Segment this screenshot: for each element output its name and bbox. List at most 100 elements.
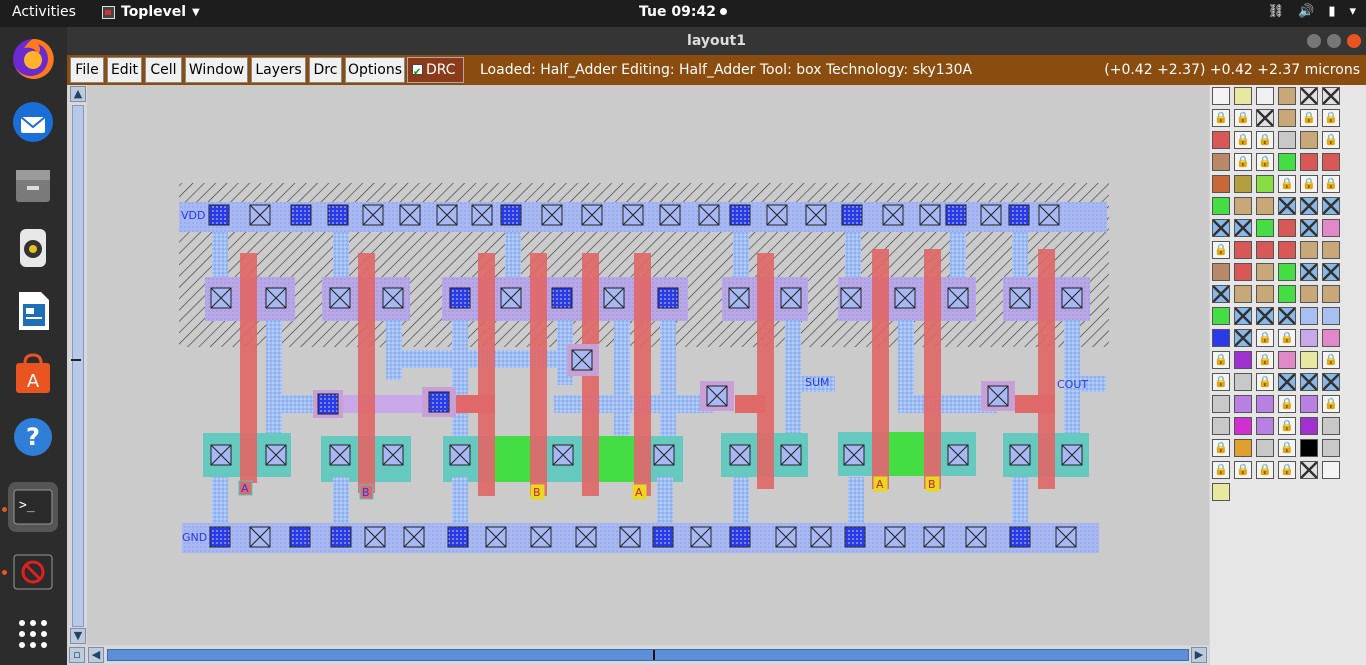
layer-swatch[interactable] [1300, 219, 1318, 237]
scroll-up-button[interactable]: ▲ [70, 86, 86, 102]
layer-swatch[interactable] [1234, 285, 1252, 303]
layer-swatch[interactable] [1278, 307, 1296, 325]
close-button[interactable] [1347, 34, 1361, 48]
lock-icon[interactable]: 🔒 [1278, 329, 1296, 347]
lock-icon[interactable]: 🔒 [1322, 351, 1340, 369]
vertical-scroll-thumb[interactable] [72, 105, 84, 627]
lock-icon[interactable]: 🔒 [1278, 461, 1296, 479]
layer-swatch[interactable] [1212, 263, 1230, 281]
volume-icon[interactable]: 🔊 [1298, 4, 1314, 19]
layer-swatch[interactable] [1300, 87, 1318, 105]
layer-swatch[interactable] [1234, 219, 1252, 237]
lock-icon[interactable]: 🔒 [1234, 131, 1252, 149]
layer-swatch[interactable] [1234, 439, 1252, 457]
drc-toggle[interactable]: DRC [407, 57, 464, 85]
layer-swatch[interactable] [1212, 285, 1230, 303]
layer-swatch[interactable] [1278, 131, 1296, 149]
thunderbird-icon[interactable] [8, 97, 58, 147]
layer-swatch[interactable] [1212, 483, 1230, 501]
layer-swatch[interactable] [1322, 197, 1340, 215]
menu-file[interactable]: File [70, 57, 104, 83]
layer-swatch[interactable] [1212, 197, 1230, 215]
lock-icon[interactable]: 🔒 [1322, 175, 1340, 193]
menu-cell[interactable]: Cell [145, 57, 182, 83]
menu-options[interactable]: Options [345, 57, 405, 83]
lock-icon[interactable]: 🔒 [1300, 175, 1318, 193]
layer-swatch[interactable] [1278, 87, 1296, 105]
menu-window[interactable]: Window [185, 57, 248, 83]
rhythmbox-icon[interactable] [8, 223, 58, 273]
lock-icon[interactable]: 🔒 [1234, 109, 1252, 127]
lock-icon[interactable]: 🔒 [1278, 175, 1296, 193]
layer-swatch[interactable] [1234, 197, 1252, 215]
layer-swatch[interactable] [1300, 197, 1318, 215]
lock-icon[interactable]: 🔒 [1256, 373, 1274, 391]
battery-icon[interactable]: ▮ [1328, 4, 1335, 19]
layer-swatch[interactable] [1234, 175, 1252, 193]
layer-swatch[interactable] [1256, 395, 1274, 413]
layer-swatch[interactable] [1234, 417, 1252, 435]
blocked-icon[interactable] [8, 547, 58, 597]
layer-swatch[interactable] [1300, 131, 1318, 149]
lock-icon[interactable]: 🔒 [1256, 461, 1274, 479]
apps-grid-icon[interactable] [8, 609, 58, 659]
maximize-button[interactable] [1327, 34, 1341, 48]
firefox-icon[interactable] [8, 34, 58, 84]
software-icon[interactable]: A [8, 349, 58, 399]
layer-swatch[interactable] [1278, 263, 1296, 281]
window-titlebar[interactable]: layout1 [67, 27, 1366, 55]
layer-swatch[interactable] [1256, 307, 1274, 325]
layer-swatch[interactable] [1234, 351, 1252, 369]
layer-swatch[interactable] [1212, 87, 1230, 105]
lock-icon[interactable]: 🔒 [1278, 417, 1296, 435]
layer-palette[interactable]: 🔒 🔒 🔒 🔒 🔒 🔒 🔒 🔒 🔒 🔒 🔒 🔒 🔒 🔒 🔒 🔒 🔒 🔒 🔒 🔒 🔒 🔒 🔒 🔒 🔒 🔒 🔒 🔒 🔒 [1210, 85, 1366, 665]
layer-swatch[interactable] [1322, 87, 1340, 105]
layer-swatch[interactable] [1278, 241, 1296, 259]
layer-swatch[interactable] [1278, 351, 1296, 369]
layer-swatch[interactable] [1256, 417, 1274, 435]
layout-canvas[interactable]: VDD GND SUM COUT A B B A A B [87, 85, 1209, 645]
layer-swatch[interactable] [1212, 307, 1230, 325]
layer-swatch[interactable] [1278, 153, 1296, 171]
layer-swatch[interactable] [1300, 461, 1318, 479]
lock-icon[interactable]: 🔒 [1278, 439, 1296, 457]
layer-swatch[interactable] [1256, 285, 1274, 303]
layer-swatch[interactable] [1300, 285, 1318, 303]
layer-swatch[interactable] [1278, 219, 1296, 237]
lock-icon[interactable]: 🔒 [1234, 153, 1252, 171]
layer-swatch[interactable] [1212, 329, 1230, 347]
lock-icon[interactable]: 🔒 [1234, 461, 1252, 479]
layer-swatch[interactable] [1256, 439, 1274, 457]
scroll-right-button[interactable]: ▶ [1191, 647, 1207, 663]
layer-swatch[interactable] [1212, 175, 1230, 193]
layer-swatch[interactable] [1300, 417, 1318, 435]
layer-swatch[interactable] [1278, 373, 1296, 391]
layer-swatch[interactable] [1322, 329, 1340, 347]
layer-swatch[interactable] [1300, 329, 1318, 347]
layer-swatch[interactable] [1278, 285, 1296, 303]
layer-swatch[interactable] [1322, 461, 1340, 479]
minimize-button[interactable] [1307, 34, 1321, 48]
layer-swatch[interactable] [1278, 197, 1296, 215]
layer-swatch[interactable] [1300, 153, 1318, 171]
lock-icon[interactable]: 🔒 [1256, 131, 1274, 149]
layer-swatch[interactable] [1322, 263, 1340, 281]
files-icon[interactable] [8, 160, 58, 210]
lock-icon[interactable]: 🔒 [1322, 109, 1340, 127]
power-menu-icon[interactable]: ▾ [1349, 4, 1356, 19]
layer-swatch[interactable] [1256, 263, 1274, 281]
layer-swatch[interactable] [1300, 351, 1318, 369]
lock-icon[interactable]: 🔒 [1256, 153, 1274, 171]
layer-swatch[interactable] [1256, 197, 1274, 215]
lock-icon[interactable]: 🔒 [1212, 241, 1230, 259]
layer-swatch[interactable] [1234, 307, 1252, 325]
layer-swatch[interactable] [1322, 241, 1340, 259]
vertical-scrollbar[interactable]: ▲ ▼ [69, 85, 87, 645]
menu-layers[interactable]: Layers [251, 57, 306, 83]
horizontal-scroll-thumb[interactable] [107, 649, 1189, 661]
layer-swatch[interactable] [1212, 417, 1230, 435]
scroll-down-button[interactable]: ▼ [70, 628, 86, 644]
layer-swatch[interactable] [1300, 241, 1318, 259]
layer-swatch[interactable] [1300, 373, 1318, 391]
lock-icon[interactable]: 🔒 [1278, 395, 1296, 413]
